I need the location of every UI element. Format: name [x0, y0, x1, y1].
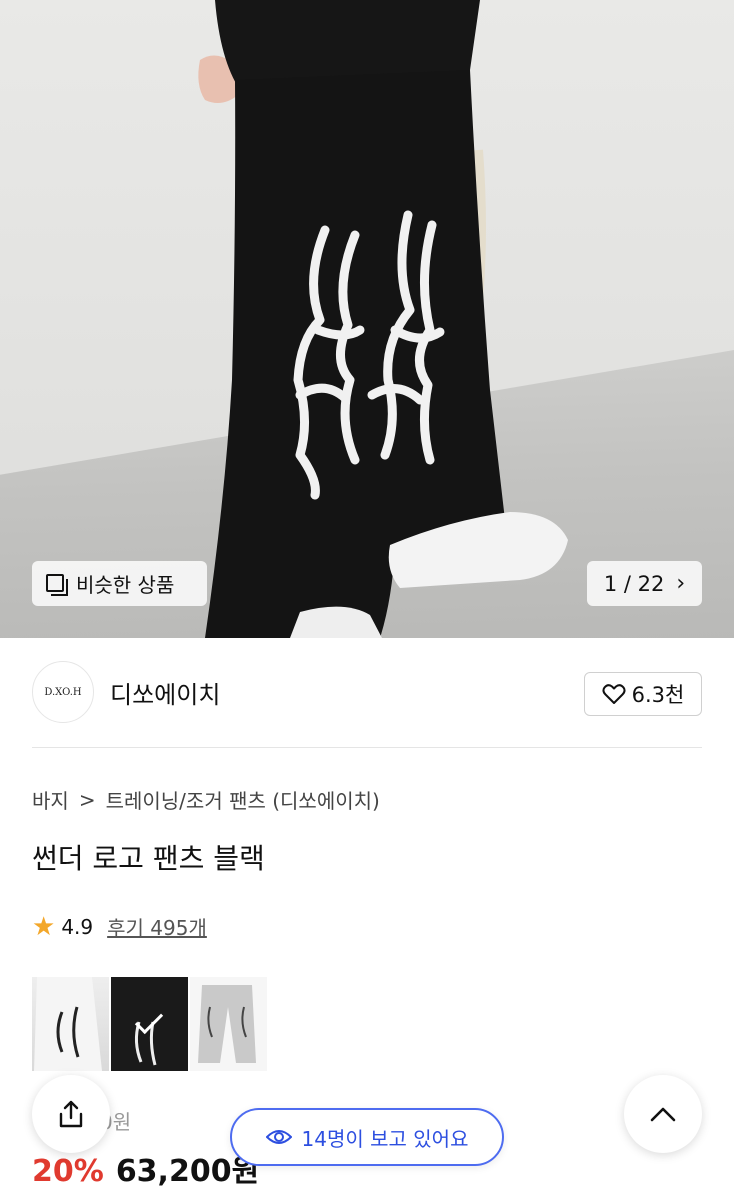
- similar-products-label: 비슷한 상품: [76, 573, 175, 597]
- swatch-white[interactable]: [32, 977, 109, 1071]
- star-icon: ★: [32, 911, 56, 942]
- viewers-badge[interactable]: 14명이 보고 있어요: [230, 1108, 504, 1166]
- like-count: 6.3천: [631, 683, 685, 707]
- share-icon: [59, 1100, 83, 1128]
- swatch-black[interactable]: [111, 977, 188, 1071]
- viewers-text: 14명이 보고 있어요: [301, 1126, 469, 1151]
- review-link[interactable]: 후기 495개: [107, 912, 207, 941]
- product-image[interactable]: 비슷한 상품 1 / 22 ›: [0, 0, 734, 638]
- breadcrumb-subcategory[interactable]: 트레이닝/조거 팬츠 (디쏘에이치): [106, 785, 380, 814]
- swatch-gray[interactable]: [190, 977, 267, 1071]
- rating-row: ★ 4.9 후기 495개: [32, 912, 207, 941]
- scroll-top-button[interactable]: [624, 1075, 702, 1153]
- swatch-gray-image: [198, 985, 256, 1063]
- share-button[interactable]: [32, 1075, 110, 1153]
- rating-value: 4.9: [61, 914, 94, 939]
- pants-photo: [198, 0, 568, 638]
- breadcrumb-category[interactable]: 바지: [32, 785, 69, 814]
- brand-logo[interactable]: D.XO.H: [32, 661, 94, 723]
- image-counter-text: 1 / 22: [603, 571, 665, 596]
- color-swatches: [32, 977, 267, 1071]
- breadcrumb: 바지 > 트레이닝/조거 팬츠 (디쏘에이치): [32, 785, 380, 814]
- like-button[interactable]: 6.3천: [584, 672, 702, 716]
- eye-icon: [265, 1130, 292, 1144]
- image-counter-button[interactable]: 1 / 22 ›: [587, 561, 702, 606]
- similar-products-button[interactable]: 비슷한 상품: [32, 561, 207, 606]
- brand-logo-text: D.XO.H: [44, 686, 82, 698]
- chevron-up-icon: [650, 1107, 676, 1122]
- copy-icon: [46, 573, 68, 596]
- discount-rate: 20%: [32, 1154, 104, 1189]
- breadcrumb-separator: >: [78, 787, 96, 812]
- product-title: 썬더 로고 팬츠 블랙: [32, 842, 265, 875]
- chevron-right-icon: ›: [676, 571, 686, 596]
- brand-row: D.XO.H 디쏘에이치 6.3천: [32, 661, 702, 725]
- divider: [32, 747, 702, 748]
- brand-name[interactable]: 디쏘에이치: [110, 675, 220, 710]
- heart-icon: [602, 684, 626, 704]
- swatch-white-image: [34, 977, 102, 1071]
